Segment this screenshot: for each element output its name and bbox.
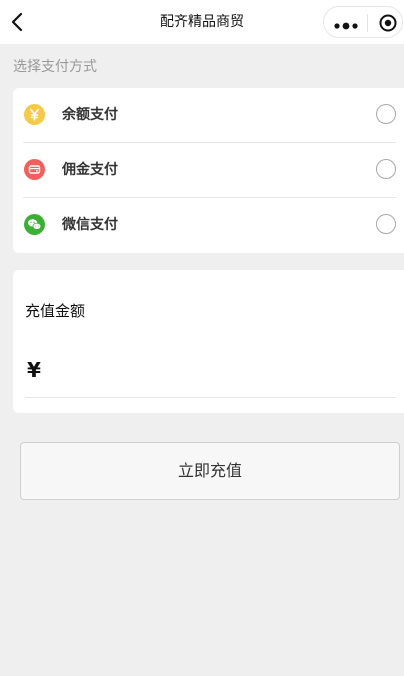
yen-coin-icon bbox=[24, 104, 45, 125]
radio-wechat[interactable] bbox=[376, 214, 396, 234]
recharge-amount-card: 充值金额 ¥ bbox=[13, 270, 404, 413]
navigation-bar: 配齐精品商贸 bbox=[0, 0, 404, 44]
payment-methods-card: 余额支付 佣金支付 微信支付 bbox=[13, 88, 404, 253]
wechat-icon bbox=[24, 214, 45, 235]
recharge-now-button[interactable]: 立即充值 bbox=[20, 442, 400, 500]
payment-option-commission[interactable]: 佣金支付 bbox=[13, 143, 404, 198]
payment-option-label: 佣金支付 bbox=[62, 162, 118, 178]
payment-section-label: 选择支付方式 bbox=[13, 59, 97, 75]
commission-icon bbox=[24, 159, 45, 180]
amount-input[interactable] bbox=[53, 354, 383, 386]
target-circle-icon bbox=[379, 14, 397, 32]
more-button[interactable] bbox=[333, 17, 359, 30]
page: 配齐精品商贸 选择支付方式 余额支付 佣金支付 微信支付 充值金额 ¥ 立即充值 bbox=[0, 0, 404, 676]
payment-option-label: 微信支付 bbox=[62, 217, 118, 233]
radio-balance[interactable] bbox=[376, 104, 396, 124]
mini-program-capsule bbox=[323, 6, 403, 38]
payment-option-wechat[interactable]: 微信支付 bbox=[13, 198, 404, 253]
currency-symbol: ¥ bbox=[27, 358, 41, 382]
radio-commission[interactable] bbox=[376, 159, 396, 179]
amount-underline bbox=[25, 397, 396, 398]
recharge-amount-title: 充值金额 bbox=[25, 302, 86, 320]
more-dots-icon bbox=[334, 22, 358, 30]
payment-option-balance[interactable]: 余额支付 bbox=[13, 88, 404, 143]
payment-option-label: 余额支付 bbox=[62, 107, 118, 123]
capsule-divider bbox=[367, 14, 368, 32]
close-button[interactable] bbox=[378, 13, 398, 33]
